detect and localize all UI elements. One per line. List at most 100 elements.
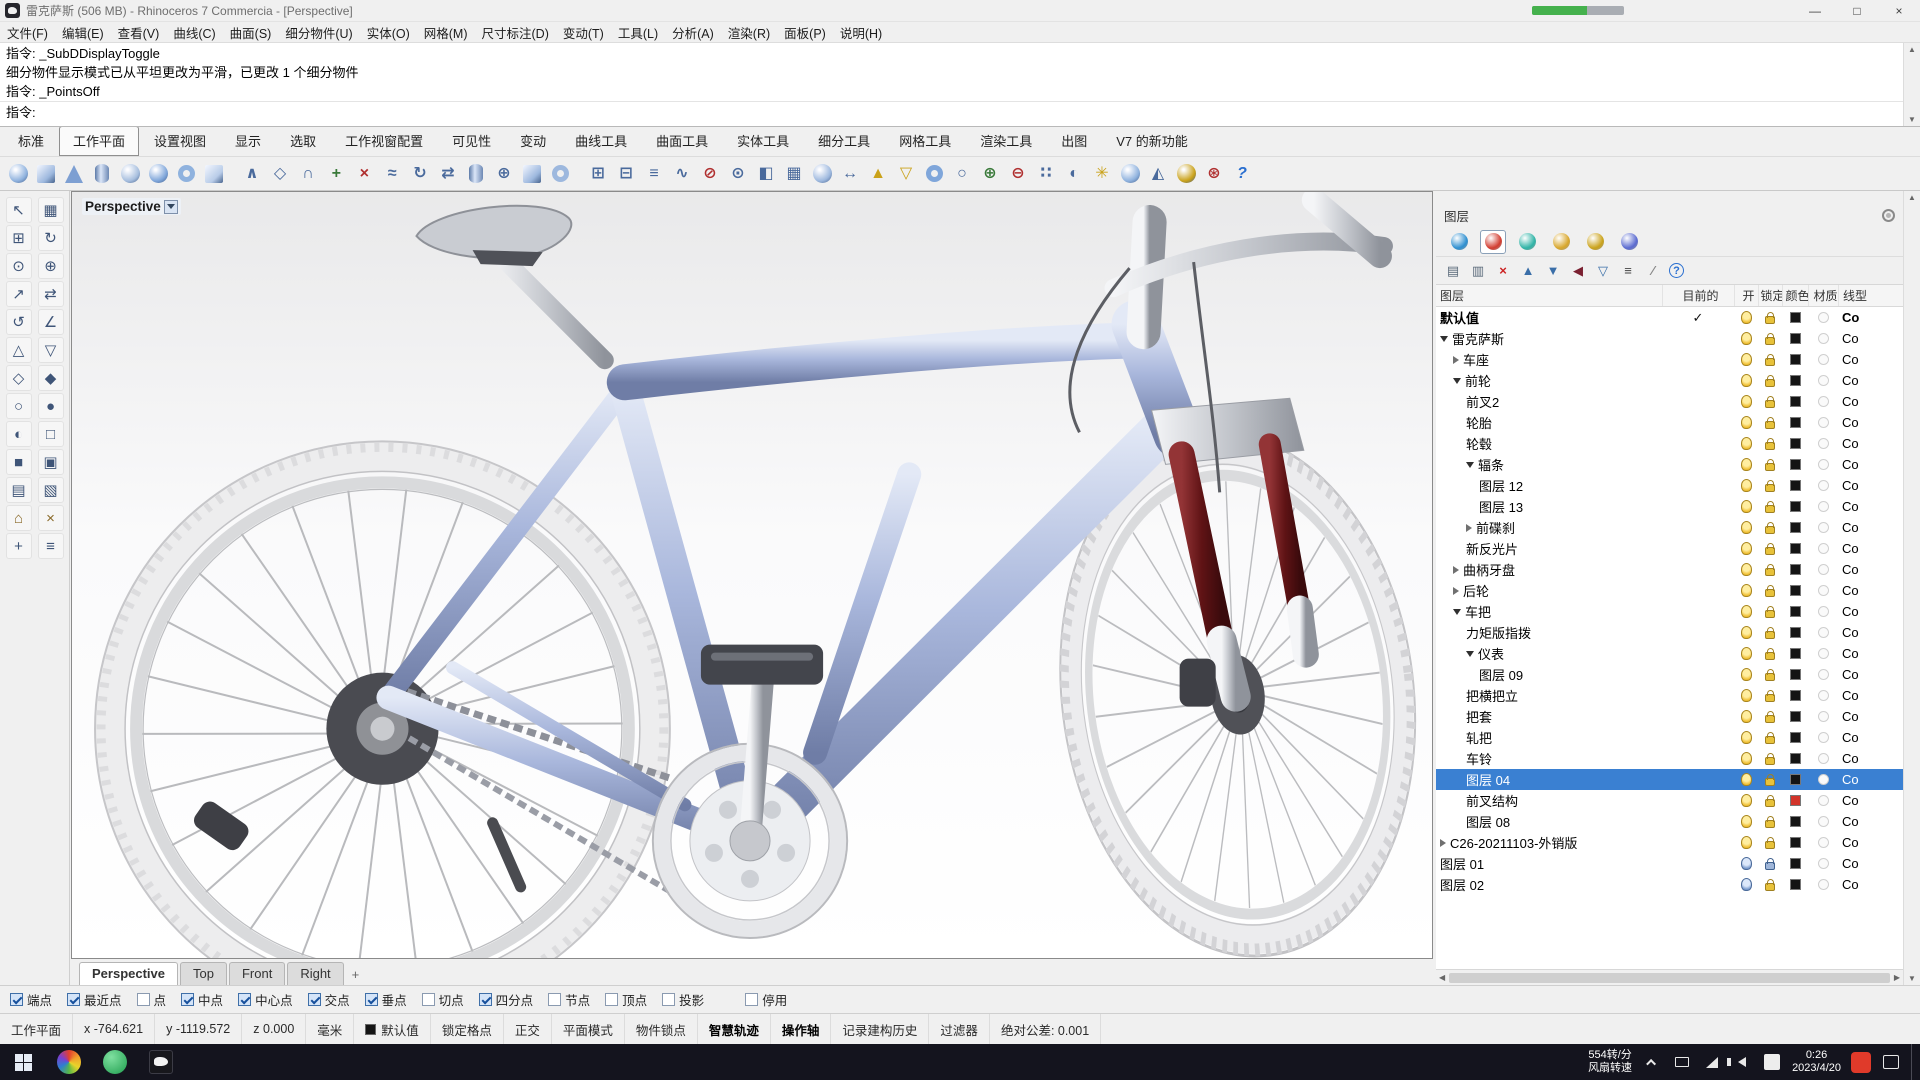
menu-item[interactable]: 渲染(R) (721, 21, 777, 44)
layer-row[interactable]: 辐条 ✓ Co (1436, 454, 1903, 475)
sidebar-tool-icon[interactable]: ● (38, 393, 64, 419)
layer-material-icon[interactable] (1818, 543, 1829, 554)
sidebar-tool-icon[interactable]: ⊞ (6, 225, 32, 251)
menu-item[interactable]: 变动(T) (556, 21, 611, 44)
sidebar-tool-icon[interactable]: ⊕ (38, 253, 64, 279)
layer-visibility-bulb-icon[interactable] (1741, 605, 1752, 618)
layer-color-swatch[interactable] (1790, 648, 1801, 659)
toolbar-icon[interactable]: ∧ (238, 160, 266, 188)
view-tab[interactable]: Top (180, 962, 227, 985)
layer-material-icon[interactable] (1818, 480, 1829, 491)
menu-item[interactable]: 面板(P) (777, 21, 833, 44)
layer-row[interactable]: 图层 01 ✓ Co (1436, 853, 1903, 874)
layer-linetype[interactable]: Co (1838, 604, 1903, 619)
layer-color-swatch[interactable] (1790, 585, 1801, 596)
layer-row[interactable]: 前叉2 ✓ Co (1436, 391, 1903, 412)
layer-visibility-bulb-icon[interactable] (1741, 437, 1752, 450)
layer-row[interactable]: 轧把 ✓ Co (1436, 727, 1903, 748)
osnap-checkbox[interactable]: 四分点 (479, 990, 534, 1009)
status-segment[interactable]: 默认值 (354, 1014, 431, 1044)
layer-lock-icon[interactable] (1765, 841, 1775, 849)
layer-color-swatch[interactable] (1790, 564, 1801, 575)
toolbar-icon[interactable]: ⊞ (584, 160, 612, 188)
layer-linetype[interactable]: Co (1838, 436, 1903, 451)
layer-lock-icon[interactable] (1765, 526, 1775, 534)
layer-visibility-bulb-icon[interactable] (1741, 374, 1752, 387)
menu-item[interactable]: 查看(V) (111, 21, 167, 44)
osnap-checkbox[interactable]: 顶点 (605, 990, 647, 1009)
layer-material-icon[interactable] (1818, 459, 1829, 470)
layer-linetype[interactable]: Co (1838, 709, 1903, 724)
layer-material-icon[interactable] (1818, 585, 1829, 596)
expand-open-icon[interactable] (1440, 336, 1448, 342)
checkbox-icon[interactable] (238, 993, 251, 1006)
osnap-checkbox[interactable]: 中点 (181, 990, 223, 1009)
scroll-left-icon[interactable]: ◀ (1439, 973, 1445, 982)
layer-visibility-bulb-icon[interactable] (1741, 857, 1752, 870)
status-segment[interactable]: y -1119.572 (155, 1014, 242, 1044)
layer-lock-icon[interactable] (1765, 400, 1775, 408)
status-segment[interactable]: x -764.621 (73, 1014, 155, 1044)
layer-lock-icon[interactable] (1765, 505, 1775, 513)
layer-material-icon[interactable] (1818, 879, 1829, 890)
taskbar-app-green-icon[interactable] (92, 1044, 138, 1080)
layer-row[interactable]: 前碟刹 ✓ Co (1436, 517, 1903, 538)
tray-chevron-icon[interactable] (1642, 1059, 1662, 1066)
tray-monitor-icon[interactable] (1672, 1057, 1692, 1067)
layer-lock-icon[interactable] (1765, 379, 1775, 387)
ribbon-tab[interactable]: 工作视窗配置 (331, 126, 437, 156)
layer-material-icon[interactable] (1818, 354, 1829, 365)
ribbon-tab[interactable]: 可见性 (438, 126, 505, 156)
osnap-checkbox[interactable]: 垂点 (365, 990, 407, 1009)
layer-material-icon[interactable] (1818, 753, 1829, 764)
layer-color-swatch[interactable] (1790, 396, 1801, 407)
layer-material-icon[interactable] (1818, 795, 1829, 806)
layer-color-swatch[interactable] (1790, 543, 1801, 554)
sidebar-tool-icon[interactable]: ▽ (38, 337, 64, 363)
layer-visibility-bulb-icon[interactable] (1741, 647, 1752, 660)
sidebar-tool-icon[interactable]: × (38, 505, 64, 531)
expand-open-icon[interactable] (1466, 651, 1474, 657)
scrollbar-track[interactable] (1904, 56, 1920, 113)
toolbar-icon[interactable] (88, 160, 116, 188)
layer-material-icon[interactable] (1818, 711, 1829, 722)
layer-color-swatch[interactable] (1790, 354, 1801, 365)
scroll-up-icon[interactable]: ▲ (1908, 193, 1916, 202)
status-segment[interactable]: 锁定格点 (431, 1014, 504, 1044)
view-tab[interactable]: Perspective (79, 962, 178, 985)
layer-columns-header[interactable]: 图层 目前的 开 锁定 颜色 材质 线型 (1436, 285, 1903, 307)
menu-item[interactable]: 文件(F) (0, 21, 55, 44)
sidebar-tool-icon[interactable]: □ (38, 421, 64, 447)
layer-visibility-bulb-icon[interactable] (1741, 773, 1752, 786)
layer-visibility-bulb-icon[interactable] (1741, 878, 1752, 891)
layer-row[interactable]: 默认值 ✓ Co (1436, 307, 1903, 328)
expand-closed-icon[interactable] (1440, 839, 1446, 847)
checkbox-icon[interactable] (662, 993, 675, 1006)
layer-linetype[interactable]: Co (1838, 457, 1903, 472)
layer-row[interactable]: 车铃 ✓ Co (1436, 748, 1903, 769)
title-bar[interactable]: 雷克萨斯 (506 MB) - Rhinoceros 7 Commercia -… (0, 0, 1920, 22)
layer-visibility-bulb-icon[interactable] (1741, 626, 1752, 639)
expand-closed-icon[interactable] (1453, 356, 1459, 364)
layer-color-swatch[interactable] (1790, 417, 1801, 428)
layer-row[interactable]: 轮毂 ✓ Co (1436, 433, 1903, 454)
layer-row[interactable]: 新反光片 ✓ Co (1436, 538, 1903, 559)
menu-item[interactable]: 曲线(C) (166, 21, 222, 44)
toolbar-icon[interactable] (144, 160, 172, 188)
layer-visibility-bulb-icon[interactable] (1741, 731, 1752, 744)
layer-color-swatch[interactable] (1790, 627, 1801, 638)
layer-color-swatch[interactable] (1790, 459, 1801, 470)
layer-linetype[interactable]: Co (1838, 835, 1903, 850)
layer-row[interactable]: 图层 09 ✓ Co (1436, 664, 1903, 685)
layer-material-icon[interactable] (1818, 375, 1829, 386)
layer-material-icon[interactable] (1818, 564, 1829, 575)
layer-lock-icon[interactable] (1765, 862, 1775, 870)
toolbar-icon[interactable] (1172, 160, 1200, 188)
viewport-title[interactable]: Perspective (82, 198, 181, 215)
layer-color-swatch[interactable] (1790, 312, 1801, 323)
layer-visibility-bulb-icon[interactable] (1741, 395, 1752, 408)
view-tab[interactable]: Right (287, 962, 343, 985)
start-button[interactable] (0, 1044, 46, 1080)
layer-lock-icon[interactable] (1765, 337, 1775, 345)
layer-material-icon[interactable] (1818, 438, 1829, 449)
